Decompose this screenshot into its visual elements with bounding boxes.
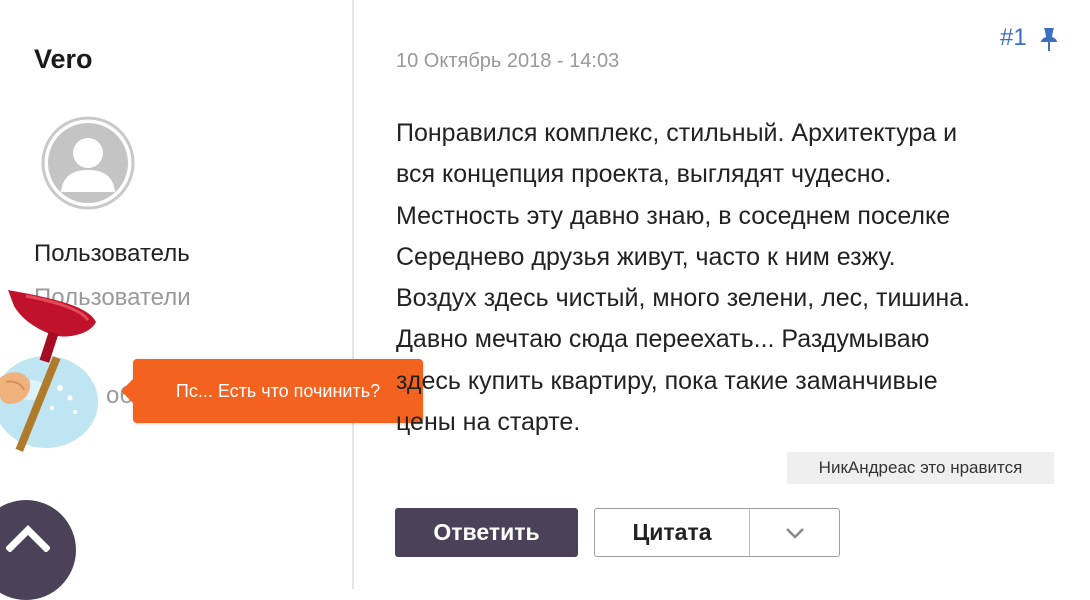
chevron-up-icon	[6, 525, 50, 552]
author-name[interactable]: Vero	[34, 44, 93, 75]
post-text-line: Воздух здесь чистый, много зелени, лес, …	[396, 284, 971, 313]
post-text-line: здесь купить квартиру, пока такие заманч…	[396, 366, 938, 395]
scroll-to-top-button[interactable]	[0, 500, 76, 600]
quote-button-group: Цитата	[594, 508, 840, 557]
likes-indicator[interactable]: НикАндреас это нравится	[787, 452, 1054, 484]
post-text-line: Местность эту давно знаю, в соседнем пос…	[396, 201, 951, 230]
reply-button[interactable]: Ответить	[395, 508, 578, 557]
quote-button[interactable]: Цитата	[595, 509, 750, 556]
post-text-line: вся концепция проекта, выглядят чудесно.	[396, 160, 892, 189]
pin-icon	[1041, 28, 1057, 51]
chevron-down-icon	[785, 527, 804, 539]
post-date[interactable]: 10 Октябрь 2018 - 14:03	[396, 50, 619, 73]
plunger-mascot-icon	[0, 290, 98, 452]
post-content: Понравился комплекс, стильный. Архитекту…	[396, 113, 1066, 443]
post-text-line: Понравился комплекс, стильный. Архитекту…	[396, 119, 958, 147]
quote-options-dropdown[interactable]	[750, 509, 839, 556]
default-avatar-icon[interactable]	[41, 116, 135, 210]
post-number-link[interactable]: #1	[1000, 24, 1027, 52]
post-text-line: цены на старте.	[396, 408, 581, 437]
column-divider	[352, 0, 354, 589]
post-text-line: Давно мечтаю сюда переехать... Раздумыва…	[396, 325, 930, 354]
post-text-line: Середнево друзья живут, часто к ним езжу…	[396, 242, 896, 271]
user-title: Пользователь	[34, 240, 190, 267]
fix-something-popup[interactable]: Пс... Есть что починить?	[121, 359, 423, 423]
